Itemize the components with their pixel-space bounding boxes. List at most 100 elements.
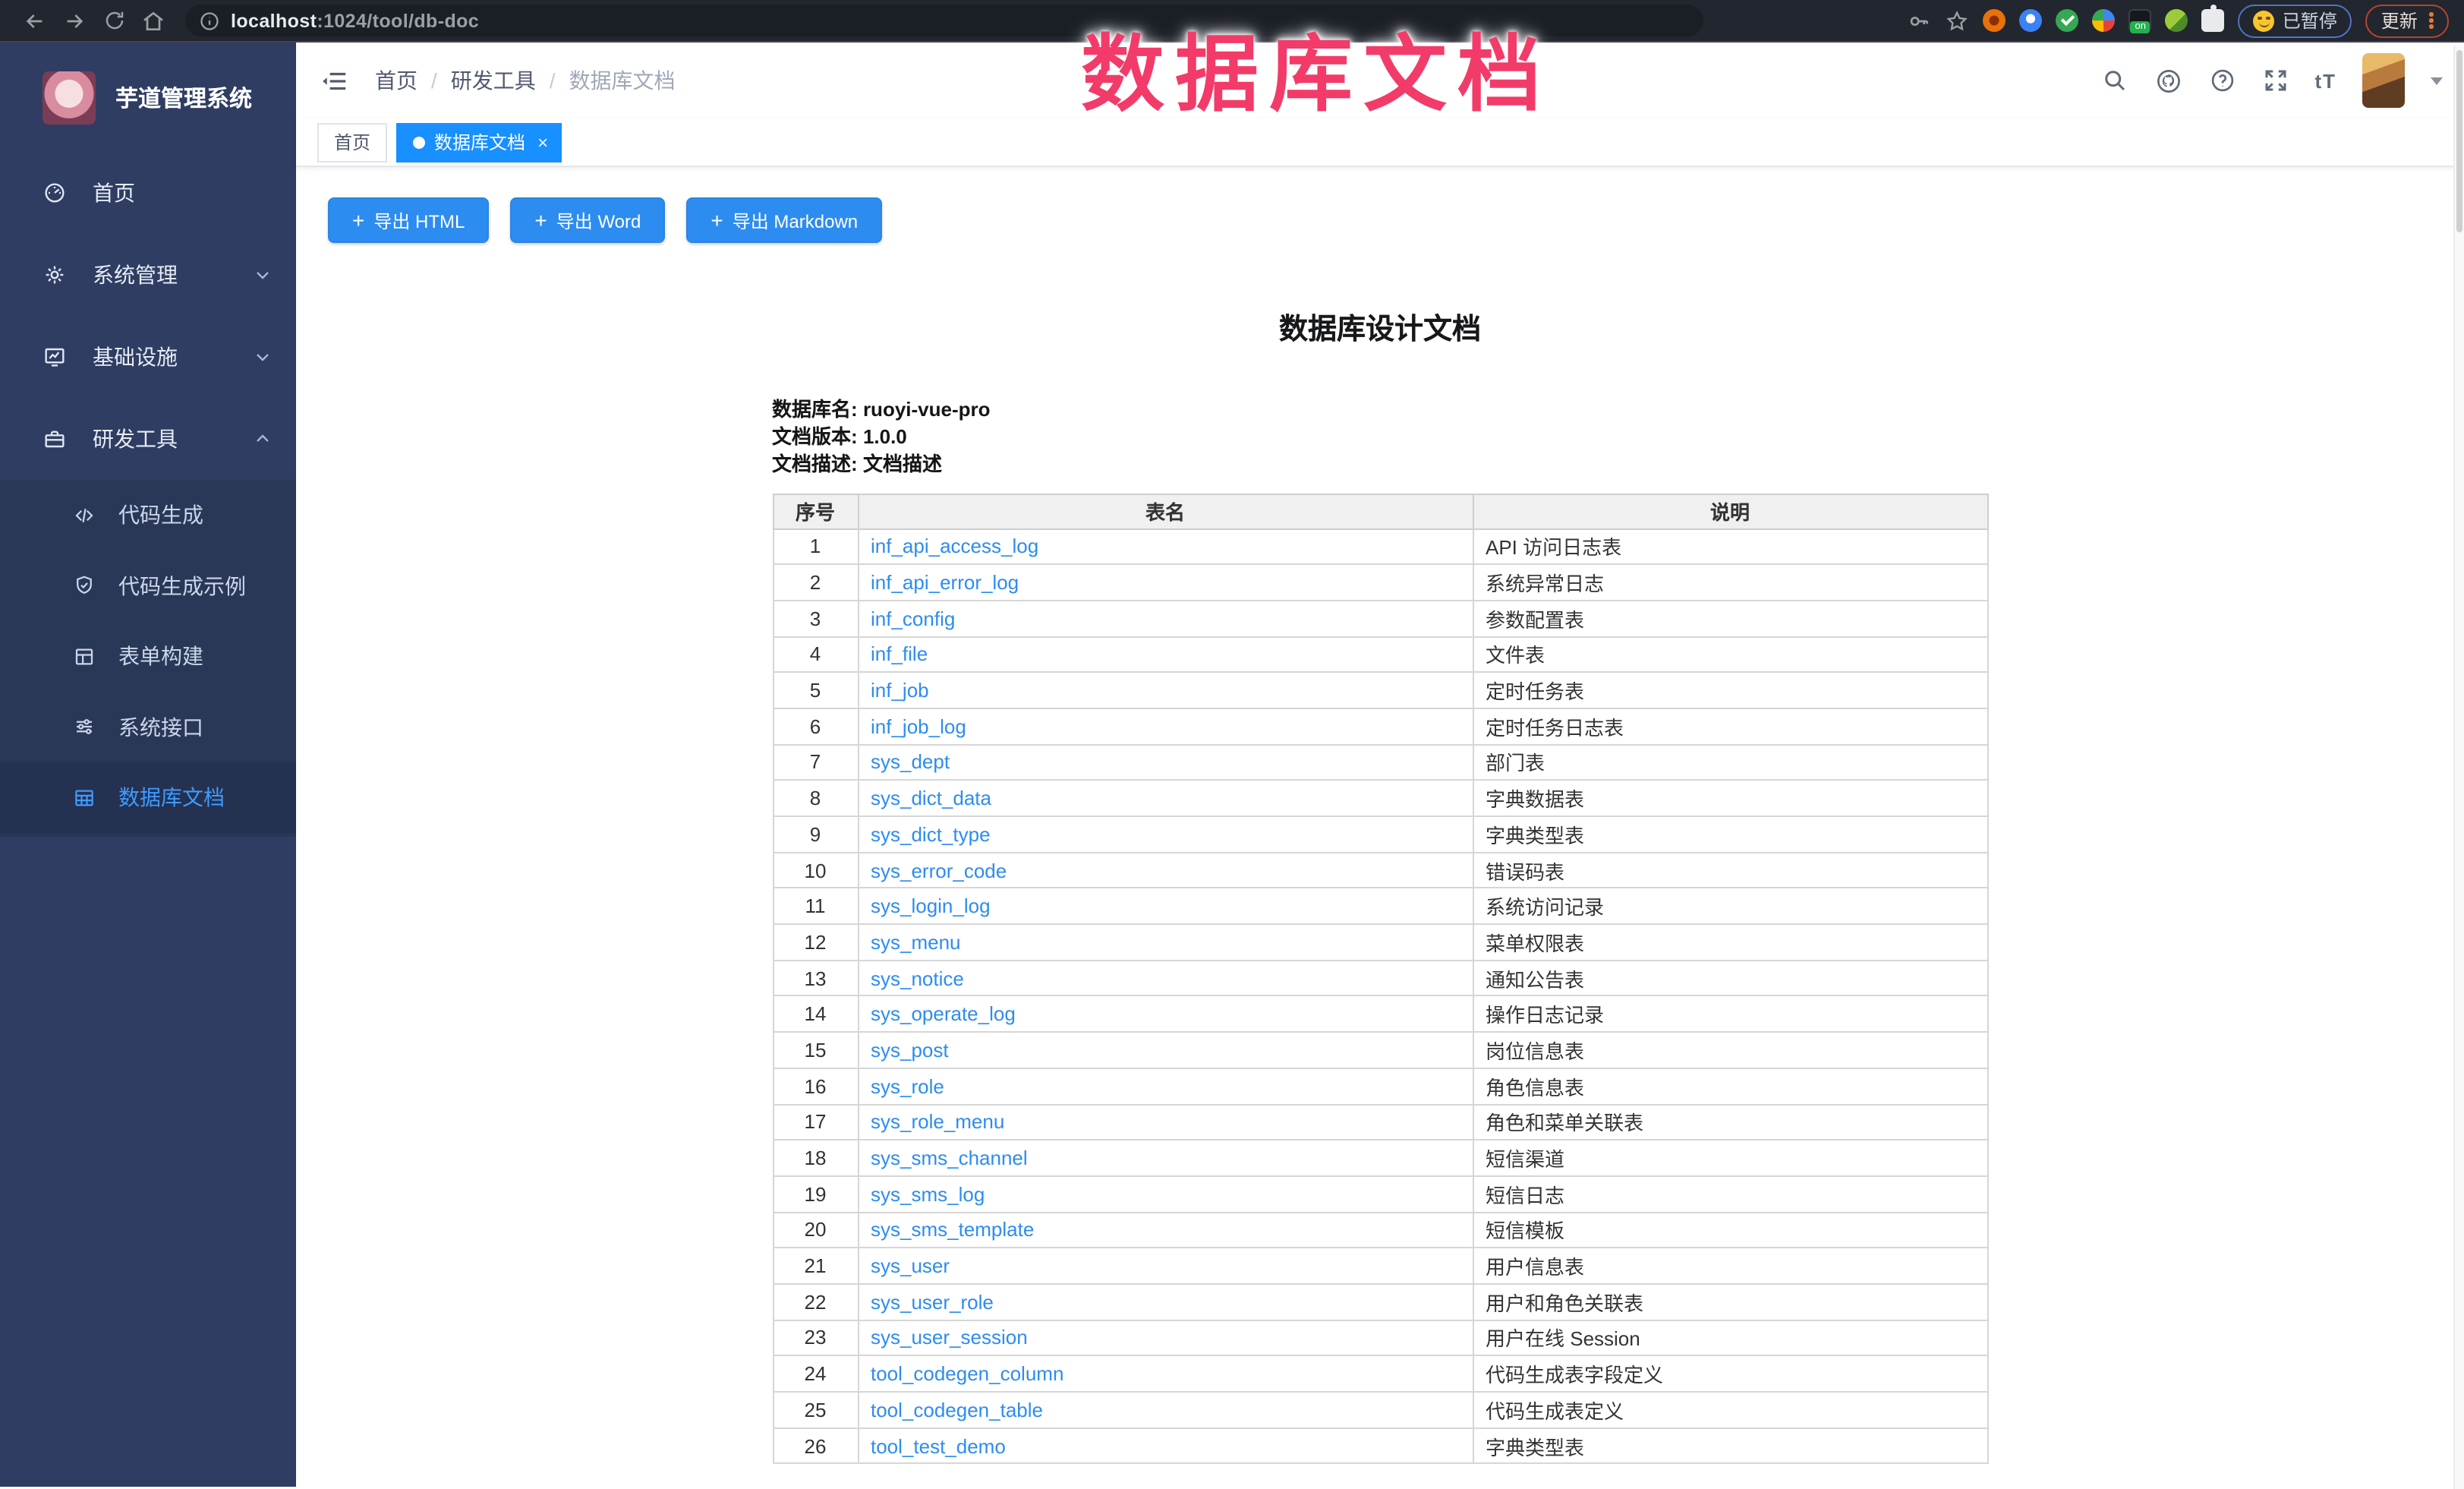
home-icon[interactable] — [134, 4, 173, 37]
user-avatar[interactable] — [2362, 53, 2405, 108]
table-name-link[interactable]: sys_dict_data — [871, 787, 991, 809]
table-name-link[interactable]: inf_api_access_log — [871, 535, 1038, 558]
scrollbar-thumb[interactable] — [2456, 49, 2462, 232]
close-tab-icon[interactable]: × — [537, 131, 548, 153]
page-scrollbar[interactable] — [2453, 45, 2464, 1489]
chrome-update-button[interactable]: 更新 — [2366, 4, 2449, 37]
row-index: 18 — [773, 1140, 858, 1175]
table-name-link[interactable]: sys_role_menu — [871, 1111, 1004, 1134]
logo-avatar — [43, 71, 96, 124]
row-index: 6 — [773, 708, 858, 744]
table-name-link[interactable]: tool_codegen_column — [871, 1362, 1063, 1385]
bookmark-star-icon[interactable] — [1946, 8, 1970, 33]
button-label: 导出 Markdown — [733, 207, 858, 233]
help-icon[interactable] — [2208, 67, 2236, 94]
table-name-link[interactable]: sys_dict_type — [871, 823, 991, 846]
sidebar-item-system[interactable]: 系统管理 — [0, 234, 296, 316]
table-name-link[interactable]: sys_sms_log — [871, 1182, 985, 1205]
row-index: 24 — [773, 1356, 858, 1392]
tab-home[interactable]: 首页 — [317, 122, 387, 162]
table-name-link[interactable]: sys_dept — [871, 751, 950, 774]
table-name-link[interactable]: sys_role — [871, 1074, 944, 1097]
github-icon[interactable] — [2154, 66, 2182, 95]
row-index: 12 — [773, 924, 858, 960]
sidebar-item-api[interactable]: 系统接口 — [0, 692, 296, 762]
app-logo[interactable]: 芋道管理系统 — [0, 43, 296, 152]
row-index: 19 — [773, 1176, 858, 1212]
row-index: 25 — [773, 1392, 858, 1427]
table-name-link[interactable]: sys_user_role — [871, 1291, 994, 1314]
extension-icon[interactable] — [2056, 9, 2079, 32]
paused-extension-pill[interactable]: 已暂停 — [2239, 4, 2352, 37]
extension-icon[interactable] — [1983, 9, 2006, 32]
table-name-link[interactable]: sys_sms_template — [871, 1219, 1034, 1241]
table-desc: 通知公告表 — [1473, 961, 1987, 996]
table-name-link[interactable]: sys_user_session — [871, 1327, 1028, 1349]
table-row: 17sys_role_menu角色和菜单关联表 — [773, 1104, 1987, 1140]
extension-icon[interactable] — [2166, 9, 2188, 32]
table-name-link[interactable]: sys_notice — [871, 967, 964, 989]
extension-icon[interactable]: on — [2129, 9, 2152, 32]
back-icon[interactable] — [15, 4, 55, 37]
table-name-link[interactable]: inf_job — [871, 679, 929, 702]
table-name-link[interactable]: sys_login_log — [871, 894, 991, 917]
collapse-sidebar-icon[interactable] — [317, 64, 351, 97]
document-title: 数据库设计文档 — [772, 307, 1988, 348]
extensions-puzzle-icon[interactable] — [2202, 9, 2225, 32]
breadcrumb-home[interactable]: 首页 — [375, 65, 417, 96]
browser-menu-icon[interactable] — [2430, 12, 2434, 29]
font-size-icon[interactable]: tT — [2314, 69, 2336, 92]
fullscreen-icon[interactable] — [2261, 67, 2289, 94]
table-name-link[interactable]: inf_config — [871, 607, 955, 629]
chevron-up-icon — [254, 430, 272, 448]
breadcrumb-current: 数据库文档 — [569, 65, 676, 96]
table-desc: 代码生成表字段定义 — [1473, 1356, 1987, 1392]
table-name-link[interactable]: inf_api_error_log — [871, 571, 1019, 594]
tab-db-doc[interactable]: 数据库文档 × — [396, 122, 562, 162]
table-row: 8sys_dict_data字典数据表 — [773, 781, 1987, 816]
meta-line: 文档描述: 文档描述 — [772, 451, 1988, 478]
active-dot-icon — [413, 136, 425, 148]
extension-icon[interactable] — [2093, 9, 2116, 32]
export-word-button[interactable]: + 导出 Word — [510, 197, 665, 243]
table-row: 3inf_config参数配置表 — [773, 601, 1987, 636]
row-index: 1 — [773, 528, 858, 564]
sidebar-item-form-builder[interactable]: 表单构建 — [0, 621, 296, 692]
row-index: 23 — [773, 1320, 858, 1355]
sidebar-item-codegen-demo[interactable]: 代码生成示例 — [0, 550, 296, 621]
app-title: 芋道管理系统 — [115, 81, 252, 113]
sidebar-item-db-doc[interactable]: 数据库文档 — [0, 762, 296, 833]
table-row: 23sys_user_session用户在线 Session — [773, 1320, 1987, 1355]
table-desc: 用户和角色关联表 — [1473, 1284, 1987, 1320]
forward-icon[interactable] — [55, 4, 94, 37]
key-icon[interactable] — [1908, 8, 1932, 33]
table-name-link[interactable]: inf_job_log — [871, 715, 966, 738]
sidebar-item-label: 数据库文档 — [118, 783, 225, 813]
table-name-link[interactable]: sys_sms_channel — [871, 1147, 1028, 1169]
sidebar-item-codegen[interactable]: 代码生成 — [0, 480, 296, 550]
table-name-link[interactable]: sys_post — [871, 1039, 949, 1062]
export-html-button[interactable]: + 导出 HTML — [328, 197, 489, 243]
table-name-link[interactable]: tool_test_demo — [871, 1434, 1006, 1457]
table-name-link[interactable]: sys_menu — [871, 931, 961, 954]
search-icon[interactable] — [2100, 67, 2128, 94]
breadcrumb-devtools[interactable]: 研发工具 — [451, 65, 536, 96]
table-name-link[interactable]: tool_codegen_table — [871, 1399, 1043, 1421]
reload-icon[interactable] — [94, 4, 134, 37]
devtools-submenu: 代码生成 代码生成示例 表单构建 — [0, 480, 296, 836]
table-name-link[interactable]: sys_user — [871, 1254, 950, 1277]
sidebar-item-devtools[interactable]: 研发工具 — [0, 398, 296, 480]
sidebar-item-home[interactable]: 首页 — [0, 152, 296, 234]
url-text: localhost:1024/tool/db-doc — [231, 10, 479, 31]
table-name-link[interactable]: sys_operate_log — [871, 1003, 1016, 1026]
table-name-link[interactable]: sys_error_code — [871, 859, 1007, 882]
sidebar-item-infra[interactable]: 基础设施 — [0, 316, 296, 398]
row-index: 16 — [773, 1068, 858, 1104]
row-index: 5 — [773, 673, 858, 708]
site-info-icon[interactable] — [199, 10, 220, 31]
table-name-link[interactable]: inf_file — [871, 643, 928, 666]
user-menu-caret-icon[interactable] — [2431, 77, 2443, 84]
sidebar-item-label: 首页 — [93, 178, 135, 208]
export-markdown-button[interactable]: + 导出 Markdown — [686, 197, 882, 243]
extension-icon[interactable] — [2020, 9, 2043, 32]
